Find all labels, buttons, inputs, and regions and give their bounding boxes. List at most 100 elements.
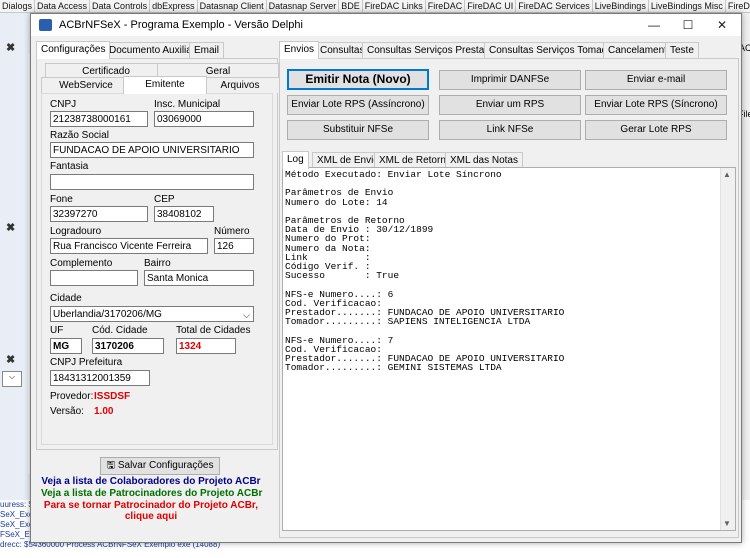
enviar-um-rps-button[interactable]: Enviar um RPS [439,95,581,115]
ide-close-icon[interactable]: ✖ [6,41,15,54]
config-panel: Certificado Geral WebService Emitente Ar… [36,58,281,450]
cnpj-prefeitura-field[interactable]: 18431312001359 [50,370,150,386]
complemento-field[interactable] [50,270,138,286]
ide-palette-tab[interactable]: FireDAC Services [516,0,593,12]
tab-emitente[interactable]: Emitente [123,76,207,94]
numero-label: Número [214,226,250,237]
cnpj-field[interactable]: 21238738000161 [50,111,148,127]
logradouro-field[interactable]: Rua Francisco Vicente Ferreira [50,238,208,254]
ide-component-palette: Dialogs Data Access Data Controls dbExpress… [0,0,750,13]
razao-social-label: Razão Social [50,130,109,141]
ide-palette-tab[interactable]: FireDAC Links [363,0,426,12]
complemento-label: Complemento [50,258,113,269]
ide-left-panel: ✖ ✖ ✖ ⌵ [0,13,34,558]
ide-palette-tab[interactable]: Datasnap Server [267,0,340,12]
razao-social-field[interactable]: FUNDACAO DE APOIO UNIVERSITARIO [50,142,254,158]
total-cidades-field[interactable]: 1324 [176,338,236,354]
total-cidades-label: Total de Cidades [176,325,251,336]
cidade-select[interactable]: Uberlandia/3170206/MG ⌵ [50,306,254,322]
link-tornar-patrocinador-1[interactable]: Para se tornar Patrocinador do Projeto A… [41,500,261,511]
chevron-down-icon: ⌵ [243,310,250,320]
tab-arquivos[interactable]: Arquivos [199,77,281,93]
cod-cidade-label: Cód. Cidade [92,325,148,336]
scroll-down-icon[interactable]: ▼ [723,519,731,528]
enviar-lote-sincrono-button[interactable]: Enviar Lote RPS (Síncrono) [585,95,727,115]
app-icon [39,19,52,31]
close-button[interactable]: ✕ [705,14,739,36]
uf-label: UF [50,325,64,336]
tab-email[interactable]: Email [189,42,225,58]
window-title: ACBrNFSeX - Programa Exemplo - Versão De… [59,19,303,31]
tab-consultas-tomados[interactable]: Consultas Serviços Tomados [484,42,623,58]
tab-log[interactable]: Log [282,151,309,169]
link-colaboradores[interactable]: Veja a lista de Colaboradores do Projeto… [41,476,261,487]
tab-xml-notas[interactable]: XML das Notas [445,152,523,168]
cep-field[interactable]: 38408102 [154,206,214,222]
cod-cidade-field[interactable]: 3170206 [92,338,164,354]
cidade-value: Uberlandia/3170206/MG [53,309,162,320]
versao-value: 1.00 [94,406,114,417]
cep-label: CEP [154,194,175,205]
ide-close-icon[interactable]: ✖ [6,353,15,366]
ide-palette-tab[interactable]: LiveBindings [593,0,649,12]
salvar-configuracoes-label: Salvar Configurações [117,460,214,471]
bairro-label: Bairro [144,258,171,269]
gerar-lote-rps-button[interactable]: Gerar Lote RPS [585,120,727,140]
provedor-value: ISSDSF [94,391,131,402]
main-tabs: Envios Consultas Consultas Serviços Pres… [279,41,737,59]
config-tabs: Configurações Documento Auxiliar Email [36,41,276,59]
versao-label: Versão: [50,406,84,417]
substituir-nfse-button[interactable]: Substituir NFSe [287,120,429,140]
ide-palette-tab[interactable]: Datasnap Client [198,0,267,12]
link-patrocinadores[interactable]: Veja a lista de Patrocinadores do Projet… [41,488,262,499]
title-bar[interactable]: ACBrNFSeX - Programa Exemplo - Versão De… [31,14,741,36]
ide-close-icon[interactable]: ✖ [6,221,15,234]
cnpj-label: CNPJ [50,99,77,110]
logradouro-label: Logradouro [50,226,102,237]
salvar-configuracoes-button[interactable]: 🖫 Salvar Configurações [100,457,220,475]
ide-palette-tab[interactable]: Data Controls [90,0,151,12]
log-text: Método Executado: Enviar Lote Síncrono P… [285,169,565,374]
cnpj-prefeitura-label: CNPJ Prefeitura [50,357,123,368]
fantasia-label: Fantasia [50,161,89,172]
ide-palette-tab[interactable]: BDE [339,0,363,12]
log-scrollbar[interactable]: ▲ ▼ [720,168,735,530]
ide-dropdown[interactable]: ⌵ [2,371,22,387]
cidade-label: Cidade [50,293,82,304]
link-nfse-button[interactable]: Link NFSe [439,120,581,140]
enviar-email-button[interactable]: Enviar e-mail [585,70,727,90]
fone-field[interactable]: 32397270 [50,206,148,222]
ide-palette-tab[interactable]: FireDAC [426,0,466,12]
tab-documento-auxiliar[interactable]: Documento Auxiliar [104,42,201,58]
ide-palette-tab[interactable]: Dialogs [0,0,36,12]
save-icon: 🖫 [106,460,116,471]
enviar-lote-assincrono-button[interactable]: Enviar Lote RPS (Assíncrono) [287,95,429,115]
log-tabs: Log XML de Envio XML de Retorno XML das … [282,151,582,169]
tab-envios[interactable]: Envios [279,41,320,59]
numero-field[interactable]: 126 [214,238,254,254]
ide-palette-tab[interactable]: FireDAC UI [465,0,517,12]
bairro-field[interactable]: Santa Monica [144,270,254,286]
link-tornar-patrocinador-2[interactable]: clique aqui [41,511,261,522]
tab-teste[interactable]: Teste [665,42,699,58]
emitente-panel: CNPJ 21238738000161 Insc. Municipal 0306… [41,93,273,445]
minimize-button[interactable]: — [637,14,671,36]
fantasia-field[interactable] [50,174,254,190]
ide-palette-tab[interactable]: dbExpress [150,0,198,12]
imprimir-danfse-button[interactable]: Imprimir DANFSe [439,70,581,90]
scroll-up-icon[interactable]: ▲ [723,170,731,179]
insc-municipal-label: Insc. Municipal [154,99,221,110]
provedor-label: Provedor: [50,391,94,402]
insc-municipal-field[interactable]: 03069000 [154,111,254,127]
fone-label: Fone [50,194,73,205]
tab-configuracoes[interactable]: Configurações [36,41,111,59]
maximize-button[interactable]: ☐ [671,14,705,36]
log-memo[interactable]: Método Executado: Enviar Lote Síncrono P… [282,167,736,531]
tab-webservice[interactable]: WebService [41,77,131,93]
ide-palette-tab[interactable]: Data Access [35,0,91,12]
ide-palette-tab[interactable]: FireDAC De [726,0,750,12]
uf-field[interactable]: MG [50,338,82,354]
emitir-nota-button[interactable]: Emitir Nota (Novo) [287,69,429,90]
app-window: ACBrNFSeX - Programa Exemplo - Versão De… [30,13,742,543]
ide-palette-tab[interactable]: LiveBindings Misc [649,0,726,12]
